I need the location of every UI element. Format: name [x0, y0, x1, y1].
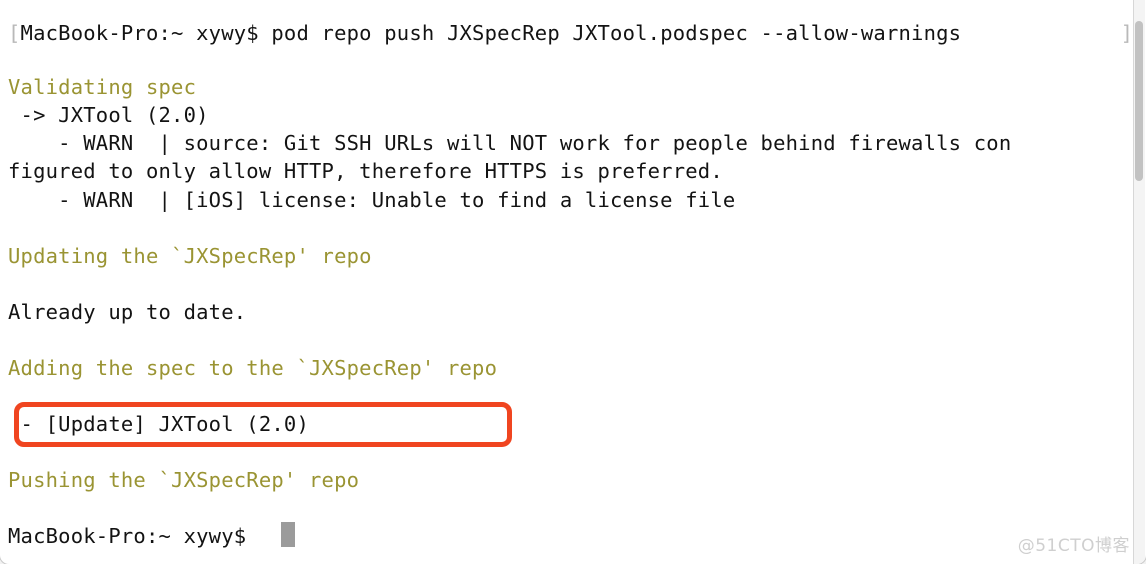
terminal-line-spec-target: -> JXTool (2.0): [8, 103, 209, 127]
terminal-line-update-entry: - [Update] JXTool (2.0): [8, 412, 310, 436]
vertical-scrollbar[interactable]: [1133, 0, 1145, 564]
terminal-line-warn-source-wrap: figured to only allow HTTP, therefore HT…: [8, 159, 723, 183]
scrollbar-thumb[interactable]: [1135, 21, 1143, 181]
prompt-open-bracket: [: [8, 21, 21, 45]
watermark-label: @51CTO博客: [1017, 536, 1130, 556]
terminal-output-area[interactable]: [MacBook-Pro:~ xywy$ pod repo push JXSpe…: [0, 0, 1146, 564]
terminal-line-pushing-repo: Pushing the `JXSpecRep' repo: [8, 468, 360, 492]
terminal-line-warn-source: - WARN | source: Git SSH URLs will NOT w…: [8, 131, 1012, 155]
terminal-line-already-up-to-date: Already up to date.: [8, 300, 247, 324]
terminal-line-command: [MacBook-Pro:~ xywy$ pod repo push JXSpe…: [8, 21, 962, 45]
terminal-line-updating-repo: Updating the `JXSpecRep' repo: [8, 244, 372, 268]
terminal-line-adding-spec: Adding the spec to the `JXSpecRep' repo: [8, 356, 498, 380]
screenshot-root: [MacBook-Pro:~ xywy$ pod repo push JXSpe…: [0, 0, 1146, 564]
text-cursor: [281, 522, 295, 547]
terminal-line-validating-spec: Validating spec: [8, 75, 197, 99]
prompt-close-bracket: ]: [1120, 21, 1133, 45]
terminal-window: [MacBook-Pro:~ xywy$ pod repo push JXSpe…: [0, 0, 1146, 564]
terminal-line-final-prompt: MacBook-Pro:~ xywy$: [8, 524, 247, 548]
terminal-line-warn-license: - WARN | [iOS] license: Unable to find a…: [8, 188, 736, 212]
